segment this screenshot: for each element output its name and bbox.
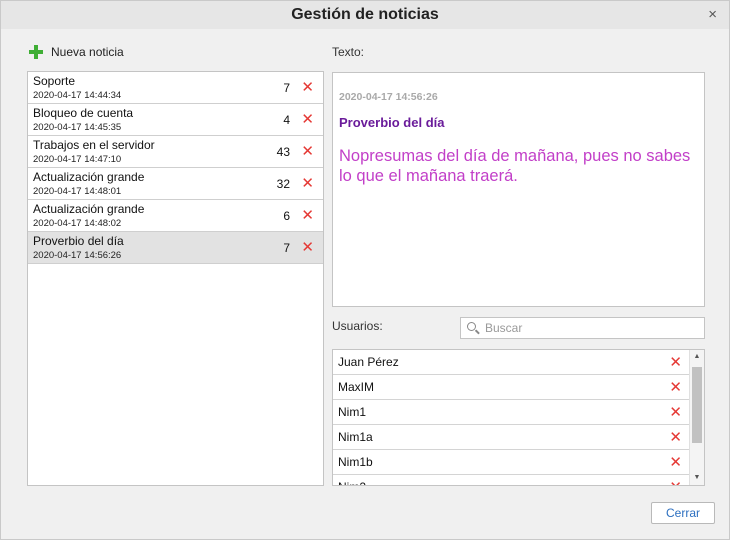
news-list-item[interactable]: Soporte 2020-04-17 14:44:34 7 ✕ bbox=[28, 72, 323, 104]
delete-icon[interactable]: ✕ bbox=[669, 355, 682, 370]
users-scrollbar[interactable]: ▲ ▼ bbox=[689, 350, 704, 485]
dialog-title: Gestión de noticias bbox=[291, 6, 439, 23]
user-name: Juan Pérez bbox=[338, 355, 399, 369]
users-list: Juan Pérez✕MaxIM✕Nim1✕Nim1a✕Nim1b✕Nim2✕ … bbox=[332, 349, 705, 486]
scroll-down-arrow-icon[interactable]: ▼ bbox=[690, 471, 704, 485]
new-news-button[interactable]: Nueva noticia bbox=[29, 43, 124, 61]
news-item-count: 43 bbox=[276, 145, 290, 159]
news-list-item[interactable]: Actualización grande 2020-04-17 14:48:01 3… bbox=[28, 168, 323, 200]
news-list-item[interactable]: Actualización grande 2020-04-17 14:48:02 6… bbox=[28, 200, 323, 232]
users-rows: Juan Pérez ✕ MaxIM ✕ Nim1 ✕ Nim1a ✕ Nim1b ✕ Nim2 ✕ bbox=[333, 350, 704, 485]
delete-icon[interactable]: ✕ bbox=[669, 430, 682, 445]
user-list-item[interactable]: Nim1b ✕ bbox=[333, 450, 690, 475]
plus-icon bbox=[29, 45, 43, 59]
news-item-date: 2020-04-17 14:56:26 bbox=[33, 250, 122, 261]
delete-icon[interactable]: ✕ bbox=[669, 455, 682, 470]
news-text-date: 2020-04-17 14:56:26 bbox=[339, 91, 438, 103]
user-list-item[interactable]: Nim1a ✕ bbox=[333, 425, 690, 450]
news-text-box[interactable]: 2020-04-17 14:56:26 Proverbio del día No… bbox=[332, 72, 705, 307]
news-item-date: 2020-04-17 14:44:34 bbox=[33, 90, 122, 101]
delete-icon[interactable]: ✕ bbox=[301, 112, 314, 127]
user-search-input[interactable] bbox=[485, 321, 685, 335]
scroll-up-arrow-icon[interactable]: ▲ bbox=[690, 350, 704, 364]
delete-icon[interactable]: ✕ bbox=[301, 144, 314, 159]
dialog-titlebar: Gestión de noticias × bbox=[1, 1, 729, 29]
news-item-date: 2020-04-17 14:48:01 bbox=[33, 186, 122, 197]
news-item-count: 7 bbox=[283, 241, 290, 255]
user-name: Nim2 bbox=[338, 480, 366, 485]
user-list-item[interactable]: MaxIM ✕ bbox=[333, 375, 690, 400]
search-icon bbox=[467, 322, 479, 334]
user-list-item[interactable]: Nim1 ✕ bbox=[333, 400, 690, 425]
delete-icon[interactable]: ✕ bbox=[669, 380, 682, 395]
user-search-field[interactable] bbox=[460, 317, 705, 339]
news-item-title: Bloqueo de cuenta bbox=[33, 106, 134, 120]
news-item-count: 4 bbox=[283, 113, 290, 127]
news-item-date: 2020-04-17 14:48:02 bbox=[33, 218, 122, 229]
delete-icon[interactable]: ✕ bbox=[301, 80, 314, 95]
news-item-count: 7 bbox=[283, 81, 290, 95]
delete-icon[interactable]: ✕ bbox=[301, 176, 314, 191]
close-button[interactable]: Cerrar bbox=[651, 502, 715, 524]
news-text-body: Nopresumas del día de mañana, pues no sa… bbox=[339, 147, 691, 185]
news-text-title: Proverbio del día bbox=[339, 115, 445, 130]
news-item-title: Actualización grande bbox=[33, 170, 145, 184]
user-name: Nim1 bbox=[338, 405, 367, 419]
news-item-date: 2020-04-17 14:45:35 bbox=[33, 122, 122, 133]
delete-icon[interactable]: ✕ bbox=[669, 480, 682, 485]
news-list: Soporte 2020-04-17 14:44:34 7 ✕ Bloqueo de c… bbox=[27, 71, 324, 486]
news-item-title: Proverbio del día bbox=[33, 234, 124, 248]
user-list-item[interactable]: Nim2 ✕ bbox=[333, 475, 690, 485]
news-item-date: 2020-04-17 14:47:10 bbox=[33, 154, 122, 165]
news-management-dialog: Gestión de noticias × Nueva noticia Sopo… bbox=[0, 0, 730, 540]
delete-icon[interactable]: ✕ bbox=[301, 240, 314, 255]
news-item-title: Soporte bbox=[33, 74, 76, 88]
delete-icon[interactable]: ✕ bbox=[669, 405, 682, 420]
close-icon[interactable]: × bbox=[708, 7, 717, 23]
user-name: MaxIM bbox=[338, 380, 374, 394]
user-list-item[interactable]: Juan Pérez ✕ bbox=[333, 350, 690, 375]
scrollbar-thumb[interactable] bbox=[692, 367, 702, 443]
users-label: Usuarios: bbox=[332, 319, 383, 333]
news-list-item[interactable]: Bloqueo de cuenta 2020-04-17 14:45:35 4 ✕ bbox=[28, 104, 323, 136]
news-item-title: Trabajos en el servidor bbox=[33, 138, 155, 152]
user-name: Nim1a bbox=[338, 430, 373, 444]
delete-icon[interactable]: ✕ bbox=[301, 208, 314, 223]
new-news-label: Nueva noticia bbox=[51, 45, 124, 59]
news-item-count: 32 bbox=[276, 177, 290, 191]
user-name: Nim1b bbox=[338, 455, 373, 469]
news-list-item[interactable]: Trabajos en el servidor 2020-04-17 14:47:… bbox=[28, 136, 323, 168]
news-item-count: 6 bbox=[283, 209, 290, 223]
news-item-title: Actualización grande bbox=[33, 202, 145, 216]
text-label: Texto: bbox=[332, 45, 365, 59]
news-list-item[interactable]: Proverbio del día 2020-04-17 14:56:26 7 ✕ bbox=[28, 232, 323, 264]
